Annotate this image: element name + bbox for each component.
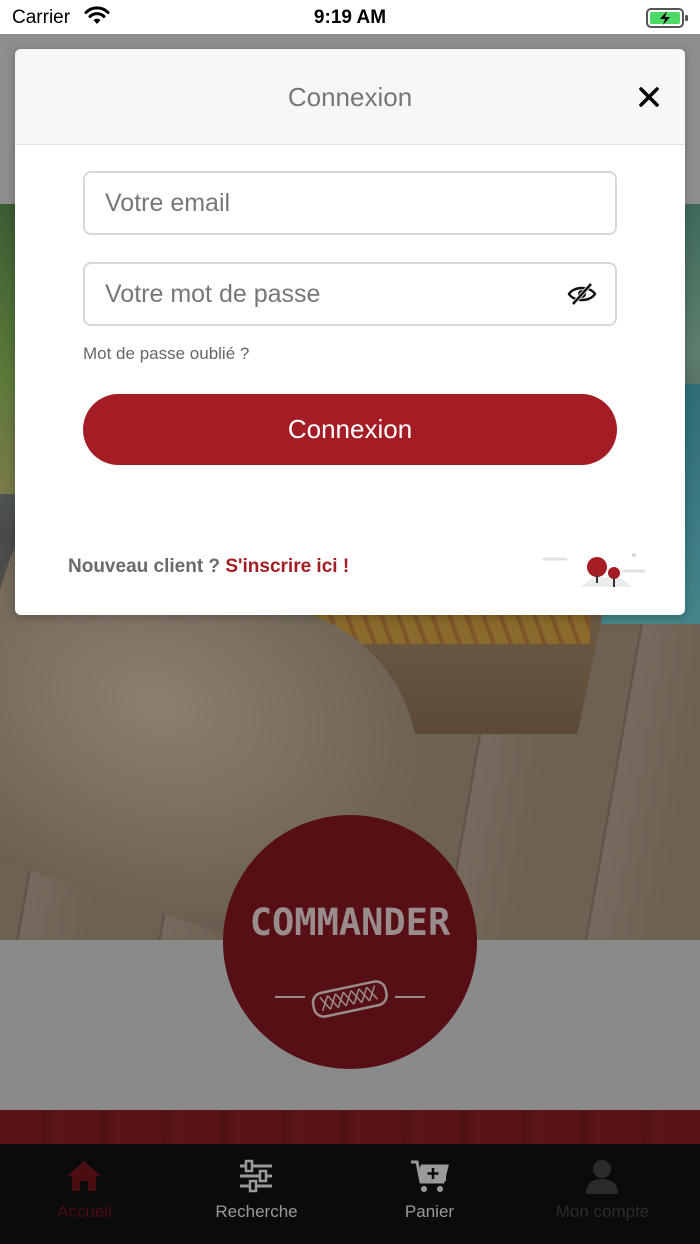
status-bar: Carrier 9:19 AM <box>0 0 700 34</box>
eye-slash-icon[interactable] <box>567 282 597 311</box>
email-field[interactable] <box>105 173 565 233</box>
email-field-container <box>83 171 617 235</box>
signup-row: Nouveau client ? S'inscrire ici ! <box>68 556 349 578</box>
login-modal: Connexion Mot de passe oublié ? Connexio… <box>15 49 685 615</box>
clock: 9:19 AM <box>313 7 387 28</box>
trees-illustration <box>542 549 652 594</box>
battery-charging-icon <box>646 7 690 34</box>
close-button[interactable] <box>633 81 665 113</box>
signup-prompt: Nouveau client ? <box>68 556 221 577</box>
password-field[interactable] <box>105 264 565 324</box>
modal-header: Connexion <box>15 49 685 145</box>
login-button[interactable]: Connexion <box>83 394 617 465</box>
close-icon <box>639 87 659 107</box>
modal-title: Connexion <box>287 82 413 112</box>
password-field-container <box>83 262 617 326</box>
signup-link[interactable]: S'inscrire ici ! <box>225 556 349 577</box>
forgot-password-link[interactable]: Mot de passe oublié ? <box>83 344 249 364</box>
